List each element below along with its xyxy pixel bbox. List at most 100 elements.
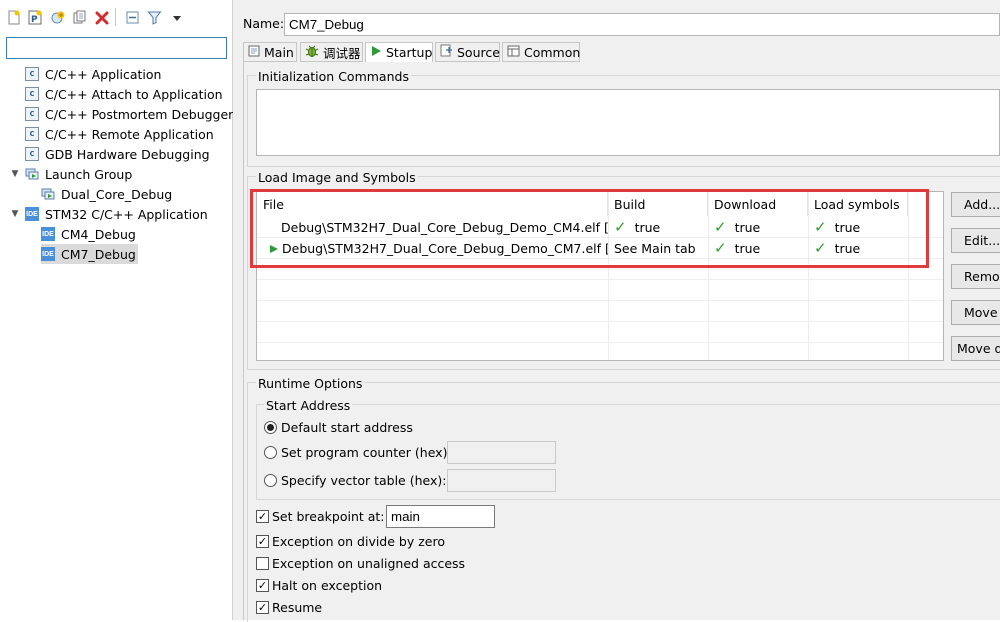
tree-item-cm4-debug[interactable]: IDE CM4_Debug: [41, 224, 136, 244]
tab-label: Common: [524, 44, 581, 60]
checkbox-label: Halt on exception: [272, 578, 383, 593]
debugger-bug-icon: [305, 44, 319, 61]
set-breakpoint-checkbox[interactable]: ✓ Set breakpoint at:: [256, 509, 385, 524]
tab-label: Source: [457, 44, 500, 60]
tab-main[interactable]: Main: [243, 42, 297, 62]
table-row-empty: [257, 301, 943, 322]
tab-debugger[interactable]: 调试器: [300, 42, 363, 62]
tab-common[interactable]: Common: [502, 42, 580, 62]
program-counter-field[interactable]: [447, 441, 556, 464]
table-row-empty: [257, 280, 943, 301]
tree-item-label: C/C++ Postmortem Debugger: [45, 106, 234, 122]
breakpoint-field[interactable]: [386, 505, 495, 528]
checkbox-label: Exception on divide by zero: [272, 534, 445, 549]
common-icon: [507, 45, 520, 60]
name-label: Name:: [243, 16, 285, 31]
tree-item-label: C/C++ Remote Application: [45, 126, 214, 142]
checkbox-indicator: ✓: [256, 535, 269, 548]
source-icon: [440, 44, 453, 60]
remove-button[interactable]: Remove: [951, 264, 1000, 289]
filter-icon[interactable]: [146, 9, 163, 26]
highlight-annotation-box: [250, 189, 929, 268]
delete-icon[interactable]: [93, 9, 110, 26]
tree-item-label: Launch Group: [45, 166, 133, 182]
name-field[interactable]: [284, 13, 1000, 36]
init-commands-title: Initialization Commands: [256, 69, 411, 84]
checkbox-indicator: [256, 557, 269, 570]
c-icon: c: [25, 127, 39, 141]
tree-item-gdb-hardware[interactable]: c GDB Hardware Debugging: [25, 144, 210, 164]
resume-checkbox[interactable]: ✓ Resume: [256, 600, 322, 615]
toolbar-separator: [115, 8, 118, 26]
load-image-title: Load Image and Symbols: [256, 170, 418, 185]
startup-play-icon: [370, 45, 382, 60]
add-button[interactable]: Add...: [951, 192, 1000, 217]
filter-input[interactable]: [6, 37, 227, 59]
tree-item-label: CM7_Debug: [61, 246, 136, 262]
edit-button[interactable]: Edit...: [951, 228, 1000, 253]
tab-label: Startup: [386, 45, 433, 60]
checkbox-indicator: ✓: [256, 601, 269, 614]
c-icon: c: [25, 147, 39, 161]
checkbox-indicator: ✓: [256, 510, 269, 523]
tree-item-dual-core-debug[interactable]: Dual_Core_Debug: [41, 184, 172, 204]
tree-item-label: Dual_Core_Debug: [61, 186, 173, 202]
new-prototype-icon[interactable]: P: [27, 9, 44, 26]
checkbox-indicator: ✓: [256, 579, 269, 592]
new-configuration-icon[interactable]: [5, 9, 22, 26]
set-program-counter-radio[interactable]: Set program counter (hex):: [264, 445, 452, 460]
checkbox-label: Exception on unaligned access: [272, 556, 466, 571]
checkbox-label: Set breakpoint at:: [272, 509, 385, 524]
radio-indicator: [264, 446, 277, 459]
launch-group-icon: [25, 167, 39, 181]
tree-item-label: GDB Hardware Debugging: [45, 146, 210, 162]
collapse-all-icon[interactable]: [124, 9, 141, 26]
tree-item-label: C/C++ Attach to Application: [45, 86, 223, 102]
radio-indicator: [264, 474, 277, 487]
start-address-title: Start Address: [264, 398, 353, 413]
radio-label: Default start address: [281, 420, 413, 435]
expand-chevron-icon[interactable]: ▼: [10, 169, 20, 179]
ide-icon: IDE: [25, 207, 39, 221]
move-up-button[interactable]: Move up: [951, 300, 1000, 325]
export-icon[interactable]: [71, 9, 88, 26]
tree-item-label: CM4_Debug: [61, 226, 136, 242]
tree-toolbar: P: [0, 6, 233, 30]
tree-item-stm32-application[interactable]: IDE STM32 C/C++ Application: [25, 204, 208, 224]
exception-unaligned-access-checkbox[interactable]: Exception on unaligned access: [256, 556, 465, 571]
launch-group-icon: [41, 187, 55, 201]
default-start-address-radio[interactable]: Default start address: [264, 420, 413, 435]
halt-on-exception-checkbox[interactable]: ✓ Halt on exception: [256, 578, 382, 593]
expand-chevron-icon[interactable]: ▼: [10, 209, 20, 219]
tree-item-cpp-application[interactable]: c C/C++ Application: [25, 64, 161, 84]
ide-icon: IDE: [41, 227, 55, 241]
radio-label: Specify vector table (hex):: [281, 473, 447, 488]
tab-label: 调试器: [323, 45, 361, 61]
tab-label: Main: [264, 44, 294, 60]
exception-divide-by-zero-checkbox[interactable]: ✓ Exception on divide by zero: [256, 534, 445, 549]
svg-text:P: P: [31, 15, 38, 25]
tree-item-cpp-postmortem[interactable]: c C/C++ Postmortem Debugger: [25, 104, 233, 124]
main-tab-icon: [248, 45, 260, 60]
tree-item-launch-group[interactable]: Launch Group: [25, 164, 132, 184]
duplicate-icon[interactable]: [49, 9, 66, 26]
tree-item-cpp-remote[interactable]: c C/C++ Remote Application: [25, 124, 214, 144]
tab-source[interactable]: Source: [435, 42, 500, 62]
tab-startup[interactable]: Startup: [365, 42, 433, 63]
move-down-button[interactable]: Move down: [951, 336, 1000, 361]
runtime-options-title: Runtime Options: [256, 376, 365, 391]
table-row-empty: [257, 322, 943, 343]
init-commands-textarea[interactable]: [256, 89, 1000, 156]
radio-indicator: [264, 421, 277, 434]
view-menu-icon[interactable]: [168, 9, 185, 26]
tree-item-label: STM32 C/C++ Application: [45, 206, 208, 222]
c-icon: c: [25, 107, 39, 121]
tree-item-cpp-attach[interactable]: c C/C++ Attach to Application: [25, 84, 223, 104]
tree-item-label: C/C++ Application: [45, 66, 162, 82]
c-icon: c: [25, 67, 39, 81]
tree-item-cm7-debug[interactable]: IDE CM7_Debug: [41, 244, 138, 264]
specify-vector-table-radio[interactable]: Specify vector table (hex):: [264, 473, 446, 488]
checkbox-label: Resume: [272, 600, 323, 615]
vector-table-field[interactable]: [447, 469, 556, 492]
ide-icon: IDE: [41, 247, 55, 261]
